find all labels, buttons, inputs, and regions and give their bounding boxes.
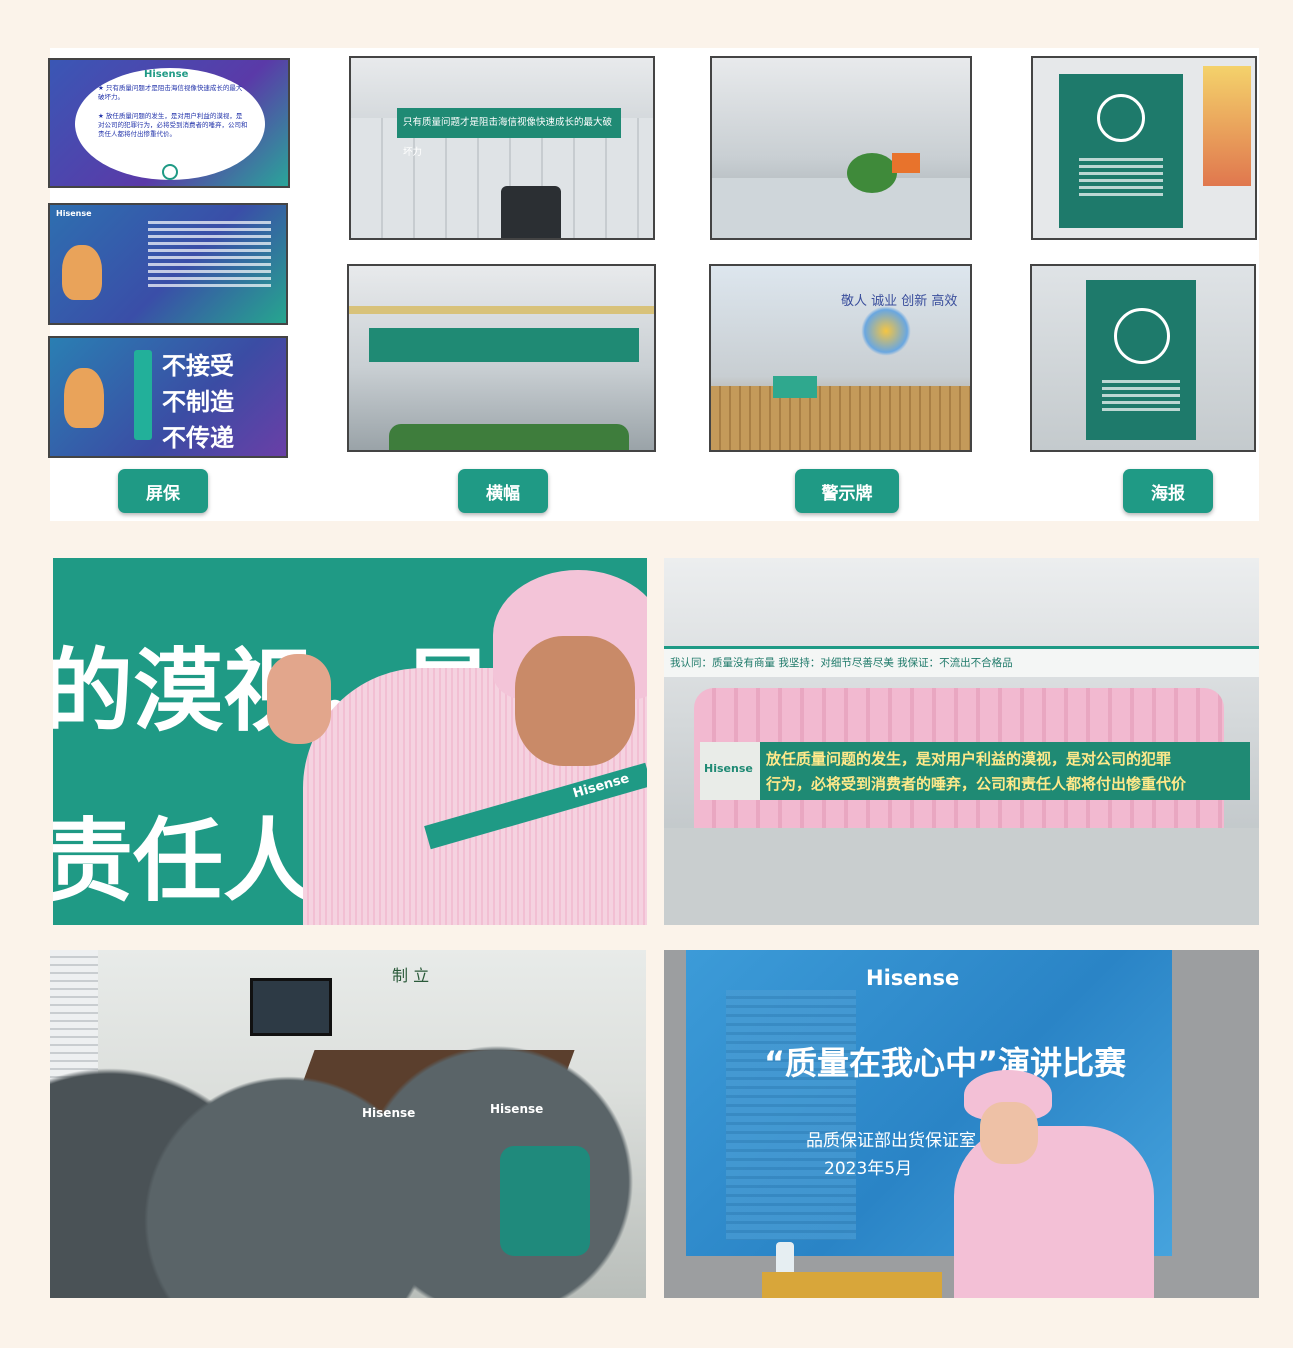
group-banner-brand: Hisense bbox=[704, 762, 753, 775]
tv-screen bbox=[250, 978, 332, 1036]
office-photo-1 bbox=[712, 58, 970, 238]
label-poster: 海报 bbox=[1123, 469, 1213, 513]
plant bbox=[847, 153, 897, 193]
speech-photo: Hisense “质量在我心中”演讲比赛 品质保证部出货保证室 2023年5月 bbox=[664, 950, 1259, 1298]
screen-logo: Hisense bbox=[866, 966, 960, 990]
tree-decoration bbox=[861, 306, 911, 356]
slogan-2: 不制造 bbox=[162, 388, 234, 416]
poster-text-lines bbox=[1073, 154, 1169, 200]
mezzanine-rail bbox=[349, 306, 654, 314]
group-banner-line-1: 放任质量问题的发生，是对用户利益的漠视，是对公司的犯罪 bbox=[766, 750, 1172, 768]
speech-title: “质量在我心中”演讲比赛 bbox=[764, 1044, 1127, 1082]
slogan-3: 不传递 bbox=[162, 424, 234, 452]
vertical-tag bbox=[134, 350, 152, 440]
shirt-logo-1: Hisense bbox=[362, 1106, 416, 1120]
bulletin-board bbox=[1203, 66, 1251, 186]
warning-sign-orange bbox=[892, 153, 920, 173]
shirt-logo-2: Hisense bbox=[490, 1102, 544, 1116]
mascot-icon-2 bbox=[64, 368, 104, 428]
slogan-1: 不接受 bbox=[162, 352, 234, 380]
worker-face bbox=[515, 636, 635, 766]
small-warning-sign bbox=[773, 376, 817, 398]
poster-2 bbox=[1086, 280, 1196, 440]
poster-1 bbox=[1059, 74, 1183, 228]
label-screensaver: 屏保 bbox=[118, 469, 208, 513]
screensaver-bullet-1: ★ 只有质量问题才是阻击海信视像快速成长的最大破坏力。 bbox=[98, 84, 243, 101]
wall-slogan: 我认同：质量没有商量 我坚持：对细节尽善尽美 我保证：不流出不合格品 bbox=[670, 657, 1013, 669]
reception-desk bbox=[711, 386, 970, 450]
screensaver-image-3: 不接受 不制造 不传递 bbox=[50, 338, 286, 456]
seal-icon bbox=[1097, 94, 1145, 142]
screensaver-logo: Hisense bbox=[144, 69, 189, 80]
mascot-icon bbox=[62, 245, 102, 300]
speaker-face bbox=[980, 1102, 1038, 1164]
desks bbox=[712, 178, 970, 238]
screensaver-text-lines bbox=[142, 217, 277, 291]
poster-text-lines bbox=[1096, 376, 1186, 415]
office-photo-2: 敬人 诚业 创新 高效 bbox=[711, 266, 970, 450]
factory-banner bbox=[369, 328, 639, 362]
seal-icon bbox=[1114, 308, 1170, 364]
wall-characters: 制 立 bbox=[392, 966, 430, 985]
banner-sign: 只有质量问题才是阻击海信视像快速成长的最大破坏力 bbox=[397, 108, 621, 158]
floor bbox=[664, 828, 1259, 925]
signing-photo: 的漠视，是对公司 责任人都将付 Hisense bbox=[53, 558, 647, 925]
chair bbox=[501, 186, 561, 238]
banner-photo-1: 只有质量问题才是阻击海信视像快速成长的最大破坏力 bbox=[351, 58, 653, 238]
building-graphic bbox=[726, 990, 856, 1240]
group-photo: 我认同：质量没有商量 我坚持：对细节尽善尽美 我保证：不流出不合格品 Hisen… bbox=[664, 558, 1259, 925]
date: 2023年5月 bbox=[824, 1159, 913, 1179]
department: 品质保证部出货保证室 bbox=[806, 1131, 976, 1151]
screensaver-logo-2: Hisense bbox=[56, 209, 92, 218]
seal-icon bbox=[162, 164, 178, 180]
label-banner: 横幅 bbox=[458, 469, 548, 513]
wall-slogan-strip: 我认同：质量没有商量 我坚持：对细节尽善尽美 我保证：不流出不合格品 bbox=[664, 646, 1259, 677]
podium bbox=[762, 1272, 942, 1298]
poster-photo-2 bbox=[1032, 266, 1254, 450]
showcase-panel: Hisense ★ 只有质量问题才是阻击海信视像快速成长的最大破坏力。 ★ 放任… bbox=[50, 48, 1259, 521]
label-warning-sign: 警示牌 bbox=[795, 469, 899, 513]
screensaver-bullet-2: ★ 放任质量问题的发生，是对用户利益的漠视，是对公司的犯罪行为，必将受到消费者的… bbox=[98, 112, 248, 138]
screensaver-image-1: Hisense ★ 只有质量问题才是阻击海信视像快速成长的最大破坏力。 ★ 放任… bbox=[50, 60, 288, 186]
teal-chair bbox=[500, 1146, 590, 1256]
screensaver-image-2: Hisense bbox=[50, 205, 286, 323]
banner-photo-2 bbox=[349, 266, 654, 450]
group-banner: Hisense 放任质量问题的发生，是对用户利益的漠视，是对公司的犯罪 行为，必… bbox=[700, 742, 1250, 800]
poster-photo-1 bbox=[1033, 58, 1255, 238]
group-banner-line-2: 行为，必将受到消费者的唾弃，公司和责任人都将付出惨重代价 bbox=[766, 775, 1187, 793]
plants bbox=[389, 424, 629, 450]
meeting-photo: 制 立 Hisense Hisense bbox=[50, 950, 646, 1298]
worker-hand bbox=[267, 654, 331, 744]
